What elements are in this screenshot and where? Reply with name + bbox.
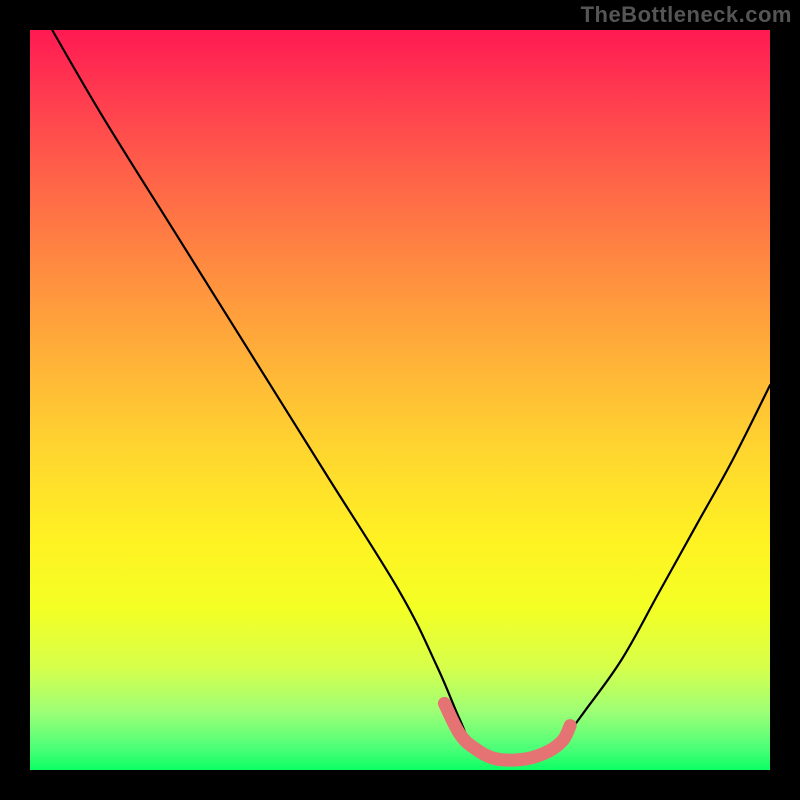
chart-plot-area [30, 30, 770, 770]
bottleneck-curve-path [52, 30, 770, 764]
chart-svg [30, 30, 770, 770]
watermark-text: TheBottleneck.com [581, 2, 792, 28]
optimal-band-path [444, 703, 570, 760]
